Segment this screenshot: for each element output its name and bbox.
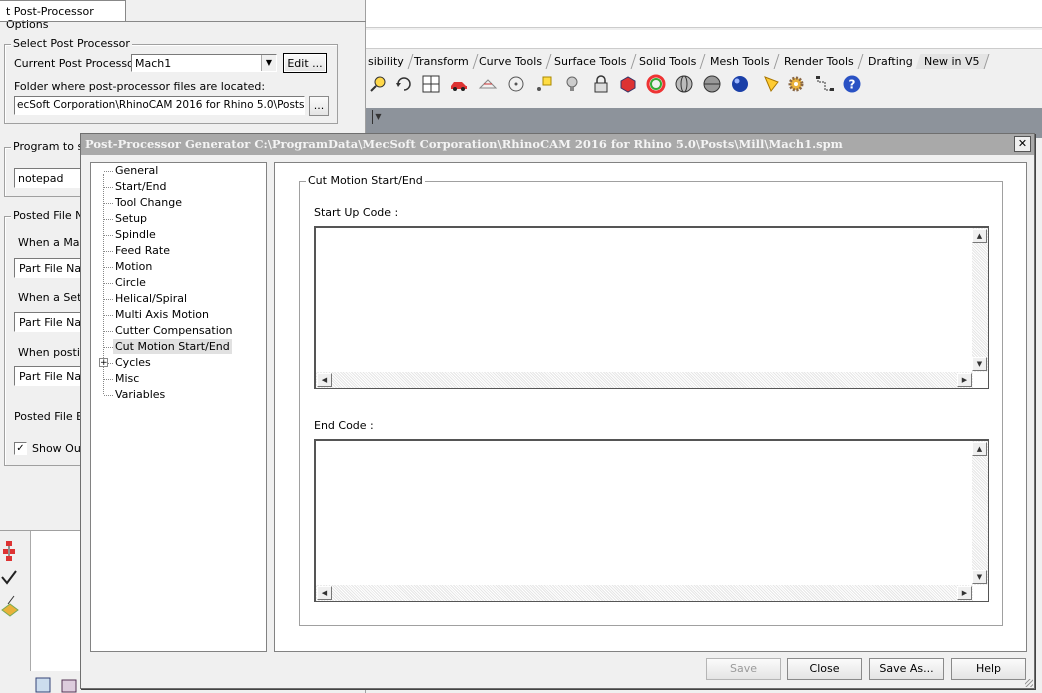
tree-item-cycles[interactable]: Cycles (115, 355, 151, 370)
when-postin-label: When postin (18, 346, 87, 359)
scroll-right-icon[interactable]: ▶ (957, 373, 972, 387)
tree-item-cut-motion-start-end[interactable]: Cut Motion Start/End (113, 339, 232, 354)
folder-path-field[interactable]: ecSoft Corporation\RhinoCAM 2016 for Rhi… (14, 96, 305, 115)
when-mac-label: When a Mac (18, 236, 86, 249)
end-horizontal-scrollbar[interactable]: ◀ ▶ (316, 585, 973, 601)
command-history (366, 0, 1042, 28)
current-post-label: Current Post Processor: (14, 57, 142, 70)
post-options-tab[interactable]: t Post-Processor Options (0, 0, 126, 31)
close-icon[interactable]: ✕ (1014, 136, 1031, 152)
help-button[interactable]: Help (951, 658, 1026, 680)
current-post-value: Mach1 (135, 57, 172, 70)
svg-text:?: ? (849, 78, 856, 92)
scroll-down-icon[interactable]: ▼ (972, 357, 987, 371)
tree-item-misc[interactable]: Misc (115, 371, 139, 386)
tree-item-cutter-compensation[interactable]: Cutter Compensation (115, 323, 232, 338)
tab-surface-tools[interactable]: Surface Tools (545, 54, 636, 69)
tab-transform[interactable]: Transform (405, 54, 479, 69)
tree-item-setup[interactable]: Setup (115, 211, 147, 226)
tab-divider (0, 21, 366, 22)
post-processor-generator-dialog: Post-Processor Generator C:\ProgramData\… (80, 133, 1035, 689)
close-button[interactable]: Close (787, 658, 862, 680)
cone-light-icon[interactable] (762, 74, 782, 94)
lock-icon[interactable] (591, 74, 611, 94)
tree-item-helical-spiral[interactable]: Helical/Spiral (115, 291, 187, 306)
tab-drafting[interactable]: Drafting (859, 54, 923, 69)
folder-label: Folder where post-processor files are lo… (14, 80, 266, 93)
save-button[interactable]: Save (706, 658, 781, 680)
current-post-dropdown[interactable]: Mach1 ▼ (131, 54, 277, 72)
four-viewports-icon[interactable] (421, 74, 441, 94)
material-icon[interactable] (618, 74, 638, 94)
tab-solid-tools[interactable]: Solid Tools (630, 54, 706, 69)
tree-item-feed-rate[interactable]: Feed Rate (115, 243, 170, 258)
sphere-shaded-icon[interactable] (702, 74, 722, 94)
cut-motion-legend: Cut Motion Start/End (306, 174, 425, 187)
size-grip[interactable] (1025, 679, 1033, 687)
command-prompt[interactable] (366, 30, 1042, 49)
tab-new-in-v5[interactable]: New in V5 (915, 54, 989, 69)
tree-item-tool-change[interactable]: Tool Change (115, 195, 182, 210)
edit-post-button[interactable]: Edit ... (283, 53, 327, 73)
scroll-left-icon[interactable]: ◀ (317, 586, 332, 600)
tree-item-start-end[interactable]: Start/End (115, 179, 166, 194)
scroll-down-icon[interactable]: ▼ (972, 570, 987, 584)
tree-item-variables[interactable]: Variables (115, 387, 165, 402)
chevron-down-icon[interactable]: ▼ (261, 55, 276, 71)
help-icon[interactable]: ? (842, 74, 862, 94)
start-up-code-textarea[interactable]: ▲ ▼ ◀ ▶ (314, 226, 989, 389)
show-output-label: Show Out (32, 442, 86, 455)
points-icon[interactable] (534, 74, 554, 94)
gear-icon[interactable] (786, 74, 806, 94)
browse-folder-button[interactable]: ... (309, 96, 329, 116)
end-vertical-scrollbar[interactable]: ▲ ▼ (972, 441, 988, 585)
start-up-code-label: Start Up Code : (314, 206, 399, 219)
scroll-up-icon[interactable]: ▲ (972, 442, 987, 456)
browser-tab-icon-1[interactable] (34, 676, 52, 693)
circle-point-icon[interactable] (506, 74, 526, 94)
start-horizontal-scrollbar[interactable]: ◀ ▶ (316, 372, 973, 388)
scroll-up-icon[interactable]: ▲ (972, 229, 987, 243)
expand-cycles-icon[interactable]: + (99, 358, 108, 368)
dialog-title: Post-Processor Generator C:\ProgramData\… (85, 137, 843, 151)
browser-tab-icon-2[interactable] (60, 676, 78, 693)
scroll-right-icon[interactable]: ▶ (957, 586, 972, 600)
viewport-menu-arrow[interactable]: ▼ (372, 110, 384, 124)
zoom-icon[interactable] (368, 74, 388, 94)
checkmark-icon[interactable] (0, 568, 18, 586)
tab-curve-tools[interactable]: Curve Tools (470, 54, 552, 69)
end-code-textarea[interactable]: ▲ ▼ ◀ ▶ (314, 439, 989, 602)
tree-item-multi-axis-motion[interactable]: Multi Axis Motion (115, 307, 209, 322)
color-wheel-icon[interactable] (646, 74, 666, 94)
tree-item-spindle[interactable]: Spindle (115, 227, 156, 242)
tab-mesh-tools[interactable]: Mesh Tools (701, 54, 779, 69)
start-vertical-scrollbar[interactable]: ▲ ▼ (972, 228, 988, 372)
show-output-checkbox[interactable]: ✓ (14, 442, 27, 455)
scroll-left-icon[interactable]: ◀ (317, 373, 332, 387)
end-code-label: End Code : (314, 419, 374, 432)
when-setu-label: When a Setu (18, 291, 89, 304)
browser-panel (30, 531, 80, 671)
lightbulb-icon[interactable] (562, 74, 582, 94)
save-as-button[interactable]: Save As... (869, 658, 944, 680)
dimension-icon[interactable] (815, 74, 835, 94)
dialog-title-bar[interactable]: Post-Processor Generator C:\ProgramData\… (81, 134, 1034, 155)
car-icon[interactable] (449, 74, 469, 94)
sphere-rendered-icon[interactable] (730, 74, 750, 94)
select-post-legend: Select Post Processor (11, 37, 132, 50)
tab-render-tools[interactable]: Render Tools (775, 54, 864, 69)
sphere-wire-icon[interactable] (674, 74, 694, 94)
tree-item-general[interactable]: General (115, 163, 158, 178)
content-panel: Cut Motion Start/End Start Up Code : ▲ ▼… (274, 162, 1027, 652)
wireframe-icon[interactable] (478, 74, 498, 94)
posted-ext-label: Posted File Ex (14, 410, 90, 423)
tool-icon[interactable] (0, 594, 20, 618)
hierarchy-icon[interactable] (2, 540, 16, 562)
tree-item-circle[interactable]: Circle (115, 275, 146, 290)
rotate-view-icon[interactable] (394, 74, 414, 94)
tree-item-motion[interactable]: Motion (115, 259, 152, 274)
